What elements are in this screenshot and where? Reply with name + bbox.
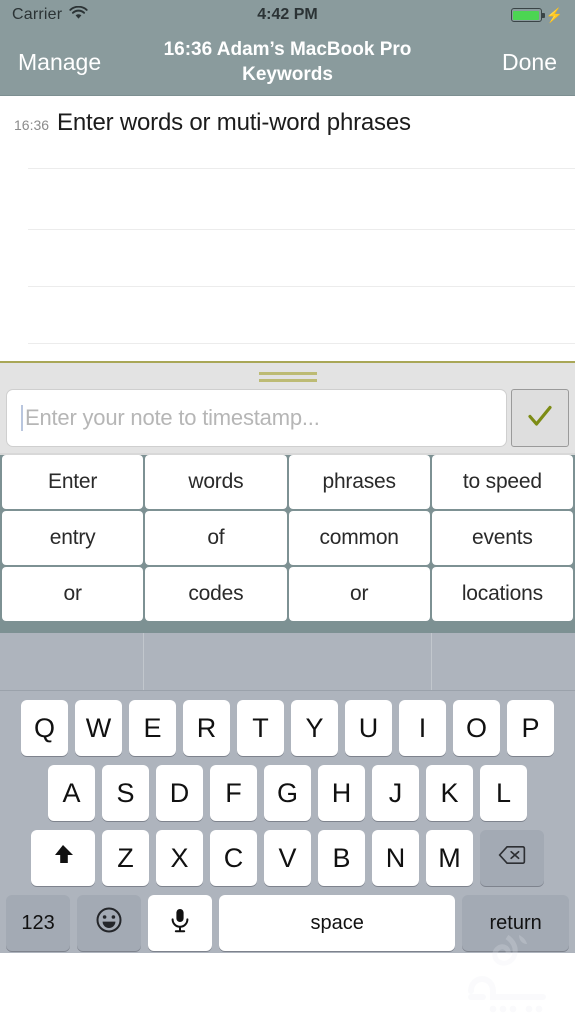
navigation-bar: Manage 16:36 Adam’s MacBook Pro Keywords… xyxy=(0,30,575,96)
note-rule-line xyxy=(28,168,575,169)
keyword-button[interactable]: Enter xyxy=(2,455,144,509)
onscreen-keyboard: Q W E R T Y U I O P A S D F G H J K L Z … xyxy=(0,633,575,1013)
key-j[interactable]: J xyxy=(372,765,419,821)
keyboard-row-2: A S D F G H J K L xyxy=(0,765,575,821)
key-r[interactable]: R xyxy=(183,700,230,756)
backspace-delete-icon xyxy=(498,841,526,876)
panel-spacer xyxy=(0,621,575,633)
note-input-placeholder: Enter your note to timestamp... xyxy=(25,405,320,430)
key-o[interactable]: O xyxy=(453,700,500,756)
emoji-key[interactable] xyxy=(77,895,142,951)
status-bar-right: ⚡ xyxy=(510,7,563,23)
checkmark-icon xyxy=(525,401,555,436)
key-t[interactable]: T xyxy=(237,700,284,756)
microphone-icon xyxy=(166,906,194,940)
key-q[interactable]: Q xyxy=(21,700,68,756)
key-d[interactable]: D xyxy=(156,765,203,821)
key-n[interactable]: N xyxy=(372,830,419,886)
dictation-key[interactable] xyxy=(148,895,213,951)
done-button[interactable]: Done xyxy=(502,49,557,76)
key-k[interactable]: K xyxy=(426,765,473,821)
key-e[interactable]: E xyxy=(129,700,176,756)
key-z[interactable]: Z xyxy=(102,830,149,886)
notes-list[interactable]: 16:36 Enter words or muti-word phrases xyxy=(0,96,575,361)
prediction-slot[interactable] xyxy=(431,633,575,690)
note-entry[interactable]: 16:36 Enter words or muti-word phrases xyxy=(0,96,575,137)
key-b[interactable]: B xyxy=(318,830,365,886)
battery-full-icon xyxy=(510,8,545,22)
text-caret xyxy=(21,405,23,431)
keyboard-row-1: Q W E R T Y U I O P xyxy=(0,700,575,756)
keyword-button[interactable]: to speed xyxy=(431,455,573,509)
carrier-label: Carrier xyxy=(12,6,63,23)
prediction-slot[interactable] xyxy=(142,633,432,690)
key-g[interactable]: G xyxy=(264,765,311,821)
app-screen: Carrier 4:42 PM ⚡ Manage 16:36 Adam’s Ma… xyxy=(0,0,575,1021)
key-h[interactable]: H xyxy=(318,765,365,821)
note-rule-line xyxy=(28,286,575,287)
key-m[interactable]: M xyxy=(426,830,473,886)
keyword-button[interactable]: events xyxy=(431,511,573,565)
keyword-button[interactable]: or xyxy=(288,567,430,621)
confirm-note-button[interactable] xyxy=(511,389,569,447)
key-l[interactable]: L xyxy=(480,765,527,821)
key-f[interactable]: F xyxy=(210,765,257,821)
note-text: Enter words or muti-word phrases xyxy=(57,109,411,136)
keyword-button[interactable]: of xyxy=(145,511,287,565)
key-y[interactable]: Y xyxy=(291,700,338,756)
key-s[interactable]: S xyxy=(102,765,149,821)
key-a[interactable]: A xyxy=(48,765,95,821)
keyword-grid: Enter words phrases to speed entry of co… xyxy=(0,453,575,621)
key-x[interactable]: X xyxy=(156,830,203,886)
manage-button[interactable]: Manage xyxy=(18,49,101,76)
smiley-emoji-icon xyxy=(95,906,123,940)
space-key[interactable]: space xyxy=(219,895,456,951)
keyword-button[interactable]: entry xyxy=(2,511,144,565)
keyword-button[interactable]: common xyxy=(288,511,430,565)
key-u[interactable]: U xyxy=(345,700,392,756)
return-key[interactable]: return xyxy=(462,895,570,951)
status-bar-left: Carrier xyxy=(12,5,88,25)
keyboard-row-3: Z X C V B N M xyxy=(0,830,575,886)
note-rule-line xyxy=(28,343,575,344)
predictive-text-bar xyxy=(0,633,575,691)
keyword-button[interactable]: or xyxy=(2,567,144,621)
keyword-button[interactable]: locations xyxy=(431,567,573,621)
keyword-button[interactable]: words xyxy=(145,455,287,509)
keyword-button[interactable]: codes xyxy=(145,567,287,621)
numbers-key[interactable]: 123 xyxy=(6,895,71,951)
shift-up-arrow-icon xyxy=(49,841,77,876)
prediction-slot[interactable] xyxy=(0,633,143,690)
status-bar: Carrier 4:42 PM ⚡ xyxy=(0,0,575,30)
shift-key[interactable] xyxy=(31,830,95,886)
page-title: 16:36 Adam’s MacBook Pro Keywords xyxy=(163,39,412,85)
note-text-field[interactable]: Enter your note to timestamp... xyxy=(6,389,507,447)
wifi-icon xyxy=(69,5,88,25)
backspace-key[interactable] xyxy=(480,830,544,886)
key-c[interactable]: C xyxy=(210,830,257,886)
note-input-panel: Enter your note to timestamp... xyxy=(0,361,575,453)
key-w[interactable]: W xyxy=(75,700,122,756)
key-p[interactable]: P xyxy=(507,700,554,756)
keyboard-row-4: 123 space return xyxy=(0,895,575,951)
key-i[interactable]: I xyxy=(399,700,446,756)
note-input-row: Enter your note to timestamp... xyxy=(0,389,575,447)
lightning-bolt-icon: ⚡ xyxy=(545,7,563,23)
drag-handle-icon[interactable] xyxy=(0,363,575,389)
keyword-button[interactable]: phrases xyxy=(288,455,430,509)
note-rule-line xyxy=(28,229,575,230)
key-v[interactable]: V xyxy=(264,830,311,886)
note-timestamp: 16:36 xyxy=(14,117,50,133)
